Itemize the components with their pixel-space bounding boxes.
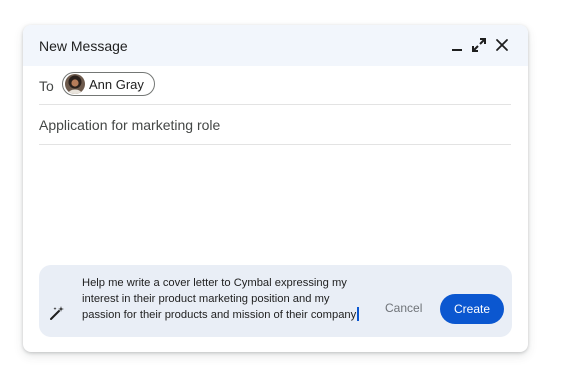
cancel-button[interactable]: Cancel [385,301,422,315]
create-button[interactable]: Create [440,294,504,324]
compose-window: New Message To Ann Gray Application for … [23,25,528,352]
help-me-write-panel: Help me write a cover letter to Cymbal e… [39,265,512,337]
minimize-icon [452,49,462,51]
prompt-line: interest in their product marketing posi… [82,292,330,305]
text-cursor [357,307,359,321]
magic-wand-icon [48,304,66,322]
prompt-input[interactable]: Help me write a cover letter to Cymbal e… [82,276,382,324]
compose-header: New Message [23,25,528,66]
minimize-button[interactable] [447,35,467,55]
message-body[interactable] [39,146,511,261]
avatar-photo [65,74,85,94]
close-button[interactable] [492,35,512,55]
subject-row[interactable]: Application for marketing role [39,105,511,145]
to-label: To [39,78,54,94]
prompt-line: passion for their products and mission o… [82,309,357,321]
avatar [65,74,85,94]
expand-button[interactable] [469,35,489,55]
compose-title: New Message [39,38,128,54]
recipient-chip[interactable]: Ann Gray [62,72,155,96]
subject-field[interactable]: Application for marketing role [39,117,220,133]
close-icon [496,39,508,51]
recipients-row[interactable]: To Ann Gray [39,66,511,105]
prompt-line: Help me write a cover letter to Cymbal e… [82,277,347,289]
expand-icon [472,38,486,52]
recipient-name: Ann Gray [89,76,144,92]
